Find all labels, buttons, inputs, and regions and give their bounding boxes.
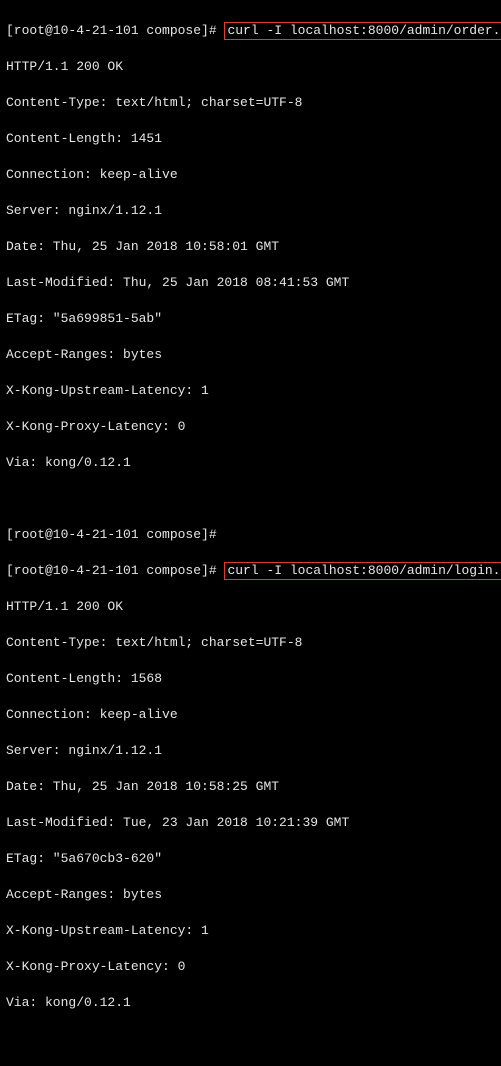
resp-line: X-Kong-Proxy-Latency: 0 [6,418,495,436]
resp-line: Accept-Ranges: bytes [6,346,495,364]
cmd-line-1[interactable]: [root@10-4-21-101 compose]# curl -I loca… [6,22,495,40]
cmd-line-3[interactable]: [root@10-4-21-101 compose]# curl -I loca… [6,562,495,580]
resp-line: HTTP/1.1 200 OK [6,598,495,616]
resp-line: Connection: keep-alive [6,166,495,184]
resp-line: Content-Length: 1568 [6,670,495,688]
terminal-output: [root@10-4-21-101 compose]# curl -I loca… [0,0,501,1066]
resp-line: Content-Length: 1451 [6,130,495,148]
blank-line [6,1030,495,1048]
resp-line: Server: nginx/1.12.1 [6,202,495,220]
resp-line: Last-Modified: Tue, 23 Jan 2018 10:21:39… [6,814,495,832]
resp-line: Last-Modified: Thu, 25 Jan 2018 08:41:53… [6,274,495,292]
cmd-line-2[interactable]: [root@10-4-21-101 compose]# [6,526,495,544]
resp-line: ETag: "5a670cb3-620" [6,850,495,868]
resp-line: Date: Thu, 25 Jan 2018 10:58:25 GMT [6,778,495,796]
resp-line: Content-Type: text/html; charset=UTF-8 [6,634,495,652]
highlighted-command-2: curl -I localhost:8000/admin/login.html [224,562,501,580]
blank-line [6,490,495,508]
resp-line: Via: kong/0.12.1 [6,994,495,1012]
resp-line: Content-Type: text/html; charset=UTF-8 [6,94,495,112]
resp-line: HTTP/1.1 200 OK [6,58,495,76]
resp-line: X-Kong-Proxy-Latency: 0 [6,958,495,976]
resp-line: X-Kong-Upstream-Latency: 1 [6,922,495,940]
resp-line: Accept-Ranges: bytes [6,886,495,904]
resp-line: ETag: "5a699851-5ab" [6,310,495,328]
resp-line: Via: kong/0.12.1 [6,454,495,472]
resp-line: Connection: keep-alive [6,706,495,724]
prompt: [root@10-4-21-101 compose]# [6,563,224,578]
prompt: [root@10-4-21-101 compose]# [6,23,224,38]
resp-line: Date: Thu, 25 Jan 2018 10:58:01 GMT [6,238,495,256]
resp-line: X-Kong-Upstream-Latency: 1 [6,382,495,400]
highlighted-command-1: curl -I localhost:8000/admin/order.html [224,22,501,40]
resp-line: Server: nginx/1.12.1 [6,742,495,760]
